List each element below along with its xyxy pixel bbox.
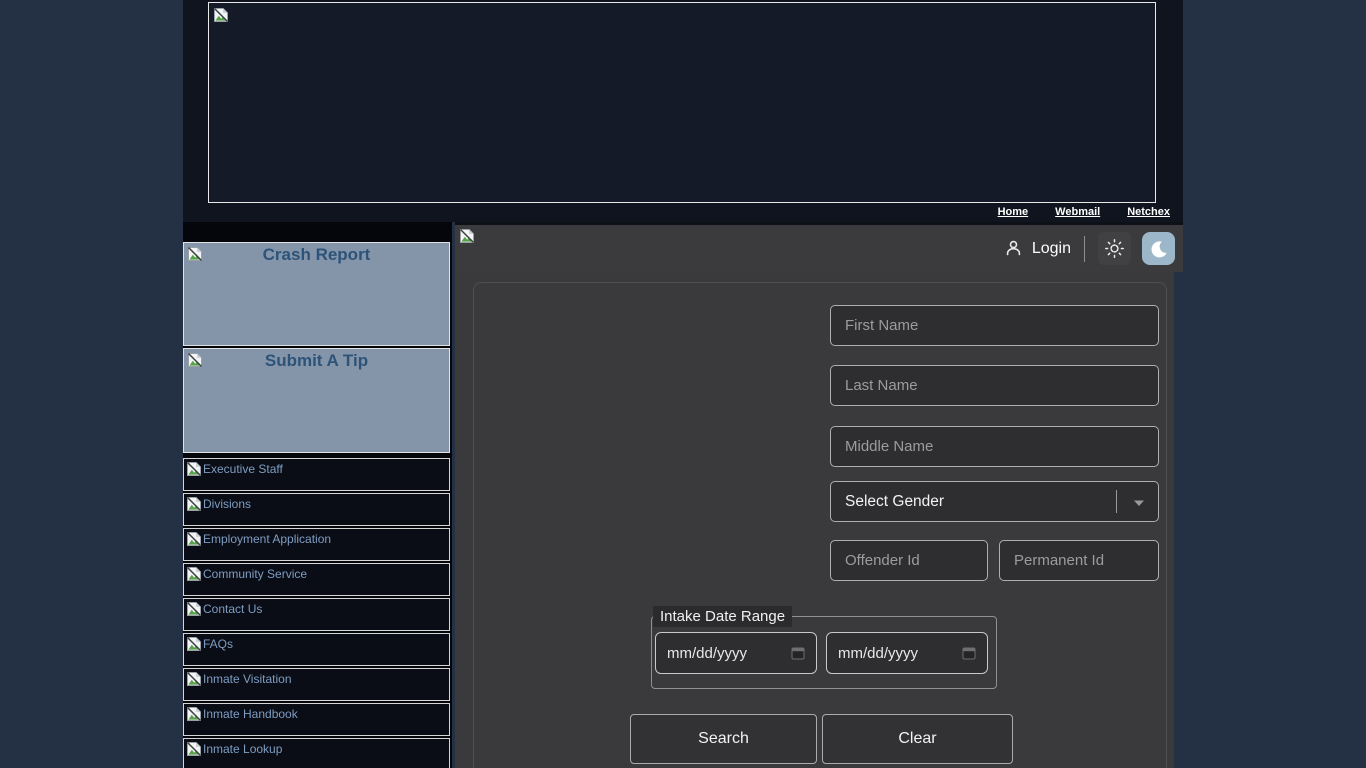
sidebar-item-label: FAQs xyxy=(203,636,233,652)
broken-image-icon xyxy=(186,566,202,582)
broken-image-icon xyxy=(459,228,475,244)
sidebar-item-employment-application[interactable]: Employment Application xyxy=(183,528,450,561)
search-form-panel xyxy=(473,282,1167,768)
sidebar-item-label: Community Service xyxy=(203,566,307,582)
sidebar-item-label: Employment Application xyxy=(203,531,331,547)
page: Home Webmail Netchex Crash Report Submit… xyxy=(0,0,1366,768)
intake-date-range-fieldset: Intake Date Range mm/dd/yyyy mm/dd/yyyy xyxy=(651,606,997,689)
date-to-value: mm/dd/yyyy xyxy=(838,645,918,662)
date-from-value: mm/dd/yyyy xyxy=(667,645,747,662)
promo-label: Submit A Tip xyxy=(184,349,449,371)
gender-select-divider xyxy=(1116,490,1117,513)
broken-image-icon xyxy=(186,741,202,757)
sidebar-item-divisions[interactable]: Divisions xyxy=(183,493,450,526)
sidebar: Crash Report Submit A Tip Executive Staf… xyxy=(183,222,452,768)
broken-image-icon xyxy=(186,636,202,652)
sidebar-item-inmate-handbook[interactable]: Inmate Handbook xyxy=(183,703,450,736)
header-divider xyxy=(1084,236,1085,262)
sidebar-promo-submit-a-tip[interactable]: Submit A Tip xyxy=(183,348,450,453)
first-name-input[interactable] xyxy=(830,305,1159,346)
sidebar-item-executive-staff[interactable]: Executive Staff xyxy=(183,458,450,491)
calendar-icon[interactable] xyxy=(962,646,976,660)
moon-icon xyxy=(1149,239,1169,259)
header-controls: Login xyxy=(1004,225,1175,272)
banner-image-placeholder xyxy=(208,2,1156,203)
top-banner-section: Home Webmail Netchex xyxy=(183,0,1183,222)
sidebar-item-label: Inmate Visitation xyxy=(203,671,292,687)
sidebar-item-inmate-visitation[interactable]: Inmate Visitation xyxy=(183,668,450,701)
broken-image-icon xyxy=(186,461,202,477)
broken-image-icon xyxy=(186,706,202,722)
sidebar-item-label: Inmate Lookup xyxy=(203,741,282,757)
top-link-webmail[interactable]: Webmail xyxy=(1055,206,1100,218)
sidebar-promo-crash-report[interactable]: Crash Report xyxy=(183,242,450,346)
broken-image-icon xyxy=(186,601,202,617)
login-label: Login xyxy=(1032,240,1071,258)
intake-date-to-input[interactable]: mm/dd/yyyy xyxy=(826,632,988,674)
light-theme-button[interactable] xyxy=(1098,232,1131,265)
clear-button[interactable]: Clear xyxy=(822,714,1013,764)
broken-image-icon xyxy=(186,671,202,687)
middle-name-input[interactable] xyxy=(830,426,1159,467)
gender-select[interactable]: Select Gender xyxy=(830,481,1159,522)
top-link-home[interactable]: Home xyxy=(998,206,1029,218)
permanent-id-input[interactable] xyxy=(999,540,1159,581)
broken-image-icon xyxy=(213,7,229,23)
sidebar-item-label: Contact Us xyxy=(203,601,262,617)
sidebar-item-label: Executive Staff xyxy=(203,461,283,477)
intake-date-range-legend: Intake Date Range xyxy=(653,606,792,627)
person-icon xyxy=(1004,239,1023,258)
date-inputs-row: mm/dd/yyyy mm/dd/yyyy xyxy=(652,627,996,674)
gender-select-value: Select Gender xyxy=(845,493,944,511)
intake-date-from-input[interactable]: mm/dd/yyyy xyxy=(655,632,817,674)
top-link-netchex[interactable]: Netchex xyxy=(1127,206,1170,218)
sidebar-item-community-service[interactable]: Community Service xyxy=(183,563,450,596)
sidebar-item-inmate-lookup[interactable]: Inmate Lookup xyxy=(183,738,450,768)
broken-image-icon xyxy=(186,496,202,512)
dark-theme-button[interactable] xyxy=(1142,232,1175,265)
sun-icon xyxy=(1104,238,1125,259)
chevron-down-icon xyxy=(1133,499,1145,507)
promo-label: Crash Report xyxy=(184,243,449,265)
login-button[interactable]: Login xyxy=(1004,239,1071,258)
sidebar-item-label: Divisions xyxy=(203,496,251,512)
search-button[interactable]: Search xyxy=(630,714,817,764)
last-name-input[interactable] xyxy=(830,365,1159,406)
broken-image-icon xyxy=(187,352,203,368)
sidebar-item-faqs[interactable]: FAQs xyxy=(183,633,450,666)
sidebar-item-label: Inmate Handbook xyxy=(203,706,298,722)
main-header-bar: Login xyxy=(455,225,1183,272)
top-nav-links: Home Webmail Netchex xyxy=(998,206,1170,218)
broken-image-icon xyxy=(186,531,202,547)
broken-image-icon xyxy=(187,246,203,262)
offender-id-input[interactable] xyxy=(830,540,988,581)
sidebar-item-contact-us[interactable]: Contact Us xyxy=(183,598,450,631)
calendar-icon[interactable] xyxy=(791,646,805,660)
